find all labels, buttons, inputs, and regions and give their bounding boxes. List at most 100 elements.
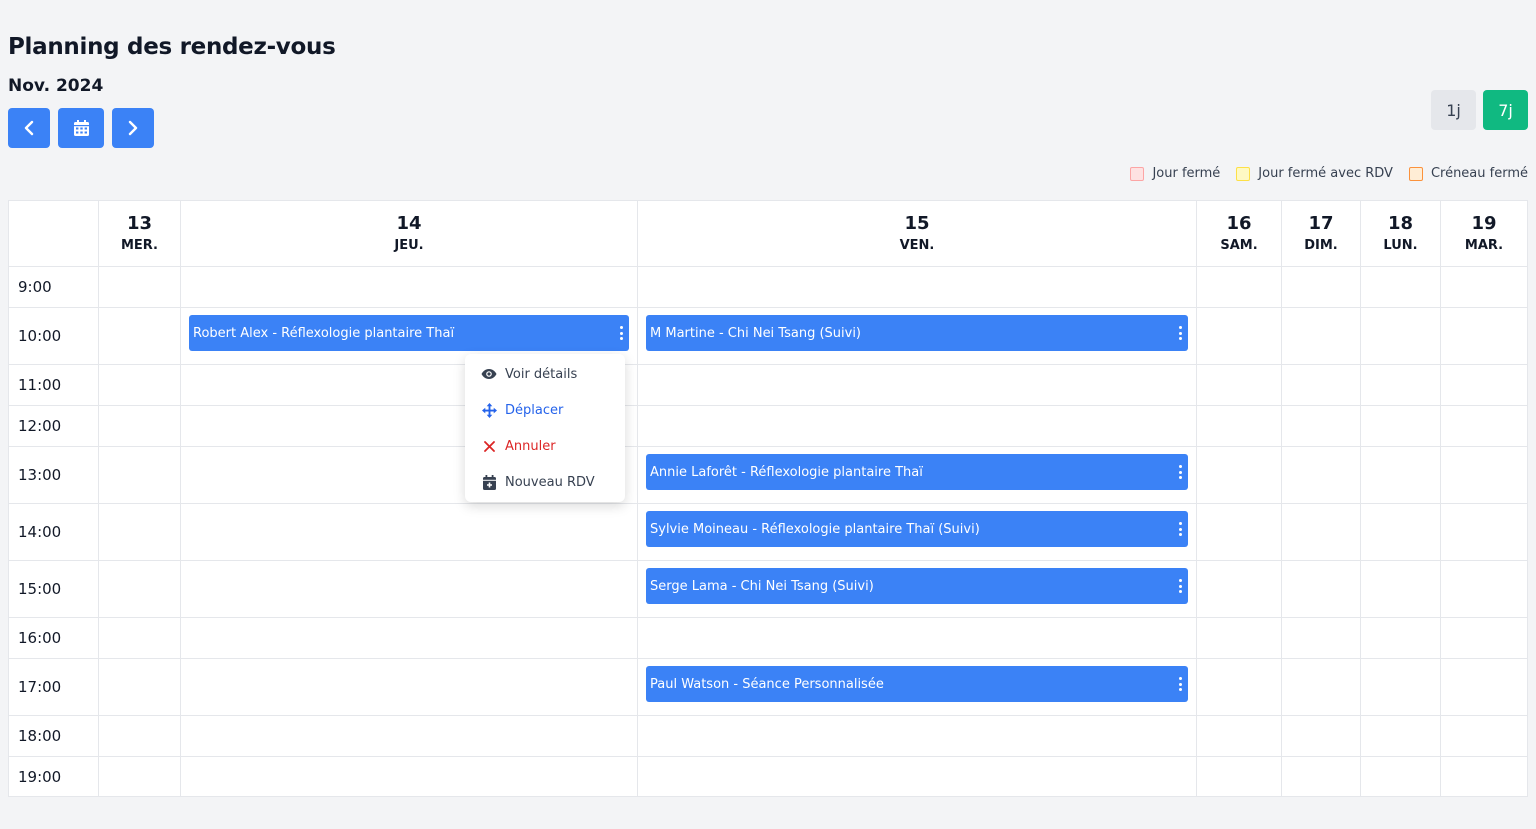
appointment-label: M Martine - Chi Nei Tsang (Suivi) [650,325,862,341]
grid-line [1440,201,1441,796]
day-name: VEN. [899,238,935,253]
calendar-grid: 13 MER. 14 JEU. 15 VEN. 16 SAM. 17 DIM. … [8,200,1528,797]
grid-line [9,756,1527,757]
time-label: 10:00 [18,327,62,345]
more-vertical-icon[interactable] [619,326,623,340]
appointment-event[interactable]: Robert Alex - Réflexologie plantaire Tha… [189,315,629,351]
eye-icon [481,366,497,382]
day-number: 15 [904,213,930,234]
grid-line [9,307,1527,308]
calendar-picker-button[interactable] [58,108,104,148]
grid-line [1196,201,1197,796]
more-vertical-icon[interactable] [1178,522,1182,536]
view-1-day-button[interactable]: 1j [1431,90,1476,130]
day-name: MER. [120,238,158,253]
menu-item-label: Nouveau RDV [505,474,595,490]
grid-line [1281,201,1282,796]
appointment-label: Serge Lama - Chi Nei Tsang (Suivi) [650,578,874,594]
appointment-label: Paul Watson - Séance Personnalisée [650,676,884,692]
move-icon [481,402,497,418]
legend-label: Jour fermé [1152,166,1221,181]
grid-line [9,266,1527,267]
legend-closed-slot: Créneau fermé [1408,166,1528,181]
grid-line [9,617,1527,618]
next-week-button[interactable] [112,108,154,148]
grid-line [9,446,1527,447]
appointment-event[interactable]: M Martine - Chi Nei Tsang (Suivi) [646,315,1188,351]
day-number: 17 [1308,213,1334,234]
day-number: 13 [126,213,153,234]
day-number: 18 [1387,213,1414,234]
grid-line [98,201,99,796]
day-number: 16 [1226,213,1252,234]
appointment-event[interactable]: Sylvie Moineau - Réflexologie plantaire … [646,511,1188,547]
time-label: 17:00 [18,678,62,696]
x-icon [481,438,497,454]
legend-label: Créneau fermé [1430,166,1528,181]
menu-item-move[interactable]: Déplacer [481,398,563,422]
legend: Jour fermé Jour fermé avec RDV Créneau f… [1130,166,1528,181]
appointment-event[interactable]: Paul Watson - Séance Personnalisée [646,666,1188,702]
time-label: 18:00 [18,727,62,745]
time-label: 9:00 [18,278,52,296]
more-vertical-icon[interactable] [1178,326,1182,340]
day-header-16: 16 SAM. [1197,201,1281,266]
grid-line [637,201,638,796]
legend-label: Jour fermé avec RDV [1258,166,1393,181]
more-vertical-icon[interactable] [1178,465,1182,479]
day-number: 14 [396,213,422,234]
appointment-label: Robert Alex - Réflexologie plantaire Tha… [193,325,455,341]
chevron-left-icon [24,120,34,136]
day-name: JEU. [394,238,424,253]
legend-closed-day-with-appointment: Jour fermé avec RDV [1236,166,1393,181]
current-month: Nov. 2024 [8,76,104,96]
day-name: LUN. [1383,238,1418,253]
day-header-14: 14 JEU. [181,201,637,266]
legend-closed-day: Jour fermé [1130,166,1220,181]
time-label: 13:00 [18,466,62,484]
appointment-label: Annie Laforêt - Réflexologie plantaire T… [650,464,923,480]
appointment-context-menu: Voir détails Déplacer Annuler Nouveau RD… [465,354,625,502]
day-number: 19 [1471,213,1497,234]
grid-line [180,201,181,796]
legend-swatch [1236,166,1251,181]
appointment-event[interactable]: Serge Lama - Chi Nei Tsang (Suivi) [646,568,1188,604]
time-label: 12:00 [18,417,62,435]
page-title: Planning des rendez-vous [8,34,336,60]
day-header-18: 18 LUN. [1361,201,1440,266]
grid-line [9,364,1527,365]
grid-line [9,405,1527,406]
calendar-icon [73,120,89,136]
more-vertical-icon[interactable] [1178,579,1182,593]
more-vertical-icon[interactable] [1178,677,1182,691]
time-label: 19:00 [18,768,62,786]
grid-line [9,503,1527,504]
menu-item-cancel[interactable]: Annuler [481,434,556,458]
day-name: MAR. [1464,238,1504,253]
grid-line [1360,201,1361,796]
day-name: SAM. [1220,238,1258,253]
time-label: 14:00 [18,523,62,541]
day-name: DIM. [1304,238,1338,253]
previous-week-button[interactable] [8,108,50,148]
day-header-17: 17 DIM. [1282,201,1360,266]
day-header-15: 15 VEN. [638,201,1196,266]
appointment-label: Sylvie Moineau - Réflexologie plantaire … [650,521,980,537]
time-label: 16:00 [18,629,62,647]
legend-swatch [1130,166,1145,181]
legend-swatch [1408,166,1423,181]
chevron-right-icon [128,120,138,136]
menu-item-label: Annuler [505,438,556,454]
grid-line [9,658,1527,659]
menu-item-label: Déplacer [505,402,564,418]
menu-item-view-details[interactable]: Voir détails [481,362,577,386]
day-header-19: 19 MAR. [1441,201,1527,266]
grid-line [9,715,1527,716]
day-header-13: 13 MER. [99,201,180,266]
appointment-event[interactable]: Annie Laforêt - Réflexologie plantaire T… [646,454,1188,490]
menu-item-new-appointment[interactable]: Nouveau RDV [481,470,595,494]
time-label: 11:00 [18,376,62,394]
view-7-days-button[interactable]: 7j [1483,90,1528,130]
grid-line [9,560,1527,561]
calendar-plus-icon [481,474,497,490]
